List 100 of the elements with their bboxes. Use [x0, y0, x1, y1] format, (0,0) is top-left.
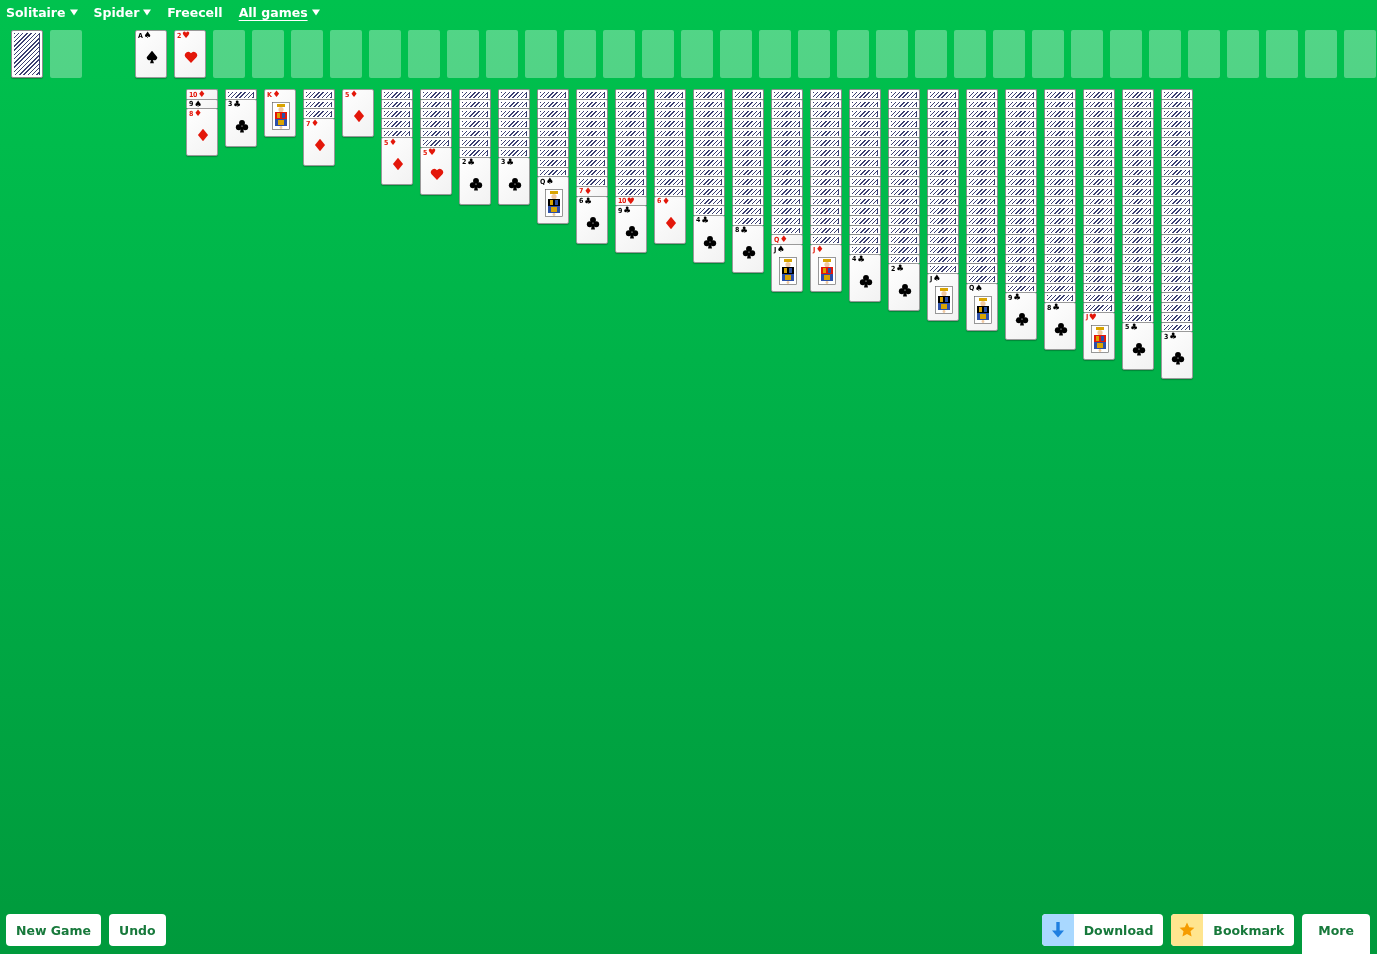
card-back[interactable] — [1005, 147, 1037, 157]
card-back[interactable] — [1005, 234, 1037, 244]
card-back[interactable] — [576, 137, 608, 148]
card-back[interactable] — [927, 214, 959, 225]
card-back[interactable] — [810, 156, 842, 167]
card-back[interactable] — [459, 98, 491, 109]
card-back[interactable] — [1005, 253, 1037, 264]
card-back[interactable] — [732, 89, 764, 99]
card-back[interactable] — [459, 108, 491, 119]
card-back[interactable] — [576, 176, 608, 186]
card-back[interactable] — [732, 195, 764, 206]
card-back[interactable] — [1083, 147, 1115, 157]
card-back[interactable] — [810, 127, 842, 138]
card-back[interactable] — [927, 234, 959, 244]
card-back[interactable] — [771, 166, 803, 177]
card-back[interactable] — [1161, 127, 1193, 138]
card-back[interactable] — [1083, 292, 1115, 303]
card-back[interactable] — [888, 108, 920, 119]
card-back[interactable] — [966, 89, 998, 99]
card-back[interactable] — [732, 156, 764, 167]
card-back[interactable] — [537, 108, 569, 119]
card-back[interactable] — [927, 185, 959, 196]
card-back[interactable] — [537, 137, 569, 148]
card-back[interactable] — [849, 195, 881, 206]
card-back[interactable] — [732, 98, 764, 109]
card-back[interactable] — [420, 98, 452, 109]
card-back[interactable] — [693, 89, 725, 99]
card-back[interactable] — [1083, 273, 1115, 283]
card-back[interactable] — [537, 156, 569, 167]
card-back[interactable] — [1122, 253, 1154, 264]
card-back[interactable] — [1161, 214, 1193, 225]
card-back[interactable] — [225, 89, 257, 99]
card-back[interactable] — [537, 147, 569, 157]
card-back[interactable] — [771, 137, 803, 148]
card-back[interactable] — [1161, 253, 1193, 264]
card-back[interactable] — [966, 244, 998, 254]
card-back[interactable] — [966, 98, 998, 109]
card-back[interactable] — [732, 118, 764, 128]
card-back[interactable] — [810, 176, 842, 186]
card-back[interactable] — [1122, 273, 1154, 283]
card-back[interactable] — [732, 137, 764, 148]
card-back[interactable] — [1005, 118, 1037, 128]
card-back[interactable] — [1044, 214, 1076, 225]
card-back[interactable] — [693, 147, 725, 157]
game-button[interactable]: Undo — [109, 914, 166, 946]
card-back[interactable] — [1044, 156, 1076, 167]
card-back[interactable] — [537, 166, 569, 177]
card-back[interactable] — [1122, 302, 1154, 312]
card-back[interactable] — [1122, 205, 1154, 215]
card-back[interactable] — [1083, 214, 1115, 225]
card-back[interactable] — [927, 98, 959, 109]
card-back[interactable] — [1161, 137, 1193, 148]
card-back[interactable] — [1161, 195, 1193, 206]
card-back[interactable] — [966, 118, 998, 128]
card-back[interactable] — [888, 147, 920, 157]
card-back[interactable] — [927, 253, 959, 264]
card-back[interactable] — [1161, 108, 1193, 119]
card-back[interactable] — [1122, 147, 1154, 157]
card-back[interactable] — [1083, 195, 1115, 206]
card-back[interactable] — [1044, 108, 1076, 119]
card-back[interactable] — [615, 127, 647, 138]
card-back[interactable] — [771, 89, 803, 99]
card-back[interactable] — [1005, 224, 1037, 235]
card-back[interactable] — [1161, 263, 1193, 274]
card-back[interactable] — [1044, 176, 1076, 186]
card-back[interactable] — [849, 127, 881, 138]
card-back[interactable] — [615, 98, 647, 109]
card-back[interactable] — [849, 118, 881, 128]
card-back[interactable] — [888, 205, 920, 215]
card-back[interactable] — [537, 127, 569, 138]
card-back[interactable] — [966, 166, 998, 177]
card-back[interactable] — [966, 195, 998, 206]
card-back[interactable] — [693, 185, 725, 196]
card-back[interactable] — [498, 137, 530, 148]
card-back[interactable] — [654, 156, 686, 167]
card-back[interactable] — [1044, 137, 1076, 148]
card-back[interactable] — [966, 176, 998, 186]
card-back[interactable] — [615, 147, 647, 157]
card-back[interactable] — [381, 89, 413, 99]
card-back[interactable] — [693, 166, 725, 177]
card-back[interactable] — [849, 185, 881, 196]
card-back[interactable] — [654, 118, 686, 128]
card-back[interactable] — [615, 156, 647, 167]
card-back[interactable] — [966, 234, 998, 244]
card-back[interactable] — [1083, 98, 1115, 109]
card-back[interactable] — [498, 89, 530, 99]
card-back[interactable] — [1083, 156, 1115, 167]
card-back[interactable] — [1161, 273, 1193, 283]
card-back[interactable] — [381, 127, 413, 138]
card-back[interactable] — [303, 108, 335, 119]
card-back[interactable] — [888, 156, 920, 167]
card-back[interactable] — [849, 224, 881, 235]
download-button[interactable]: Download — [1041, 914, 1164, 946]
card-back[interactable] — [927, 205, 959, 215]
card-back[interactable] — [1083, 253, 1115, 264]
card-back[interactable] — [1122, 137, 1154, 148]
card-back[interactable] — [927, 127, 959, 138]
card-back[interactable] — [927, 89, 959, 99]
card-back[interactable] — [771, 118, 803, 128]
card-back[interactable] — [966, 205, 998, 215]
